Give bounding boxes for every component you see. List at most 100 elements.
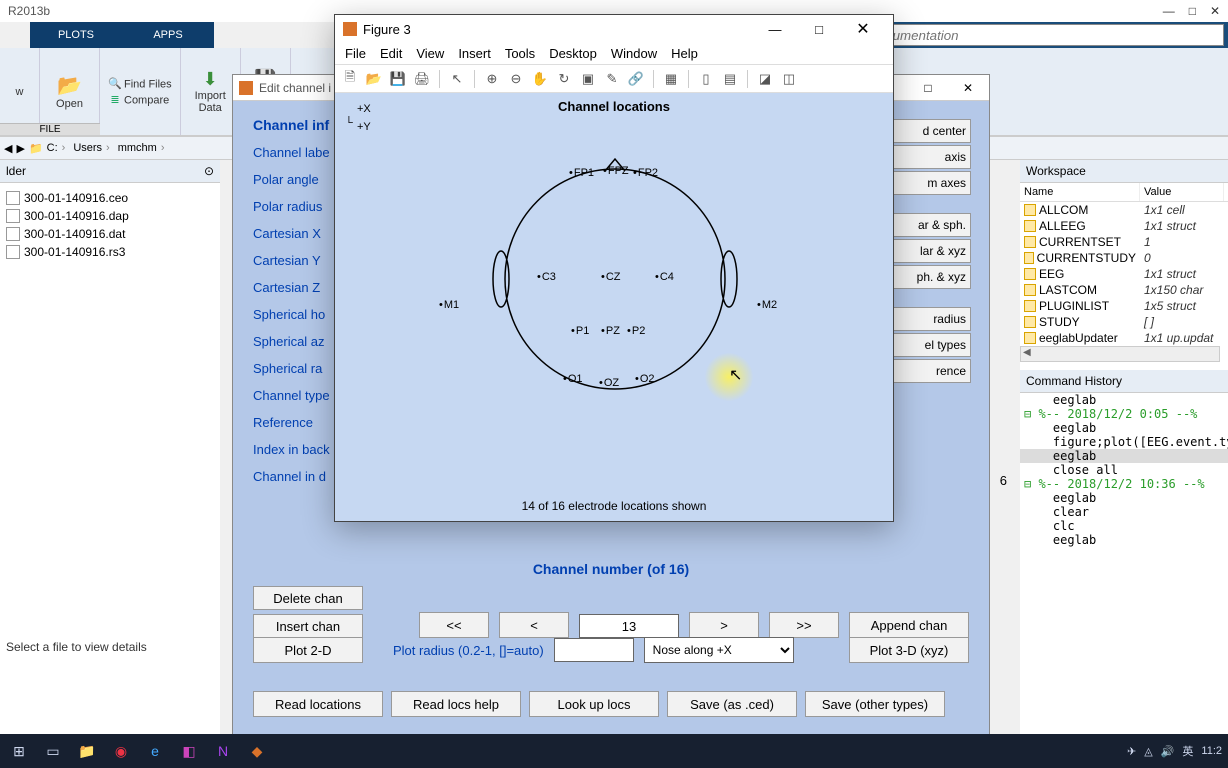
menu-tools[interactable]: Tools [505,46,535,61]
crumb-users[interactable]: Users [73,142,113,154]
zoom-in-icon[interactable]: ⊕ [483,70,501,88]
side-button[interactable]: ar & sph. [881,213,971,237]
undock-icon[interactable]: ◫ [780,70,798,88]
side-button[interactable]: d center [881,119,971,143]
path-back-icon[interactable]: ◀ [4,142,12,155]
tray-icon[interactable]: 🔊 [1161,745,1175,758]
tray-icon[interactable]: ✈ [1127,745,1136,758]
cmdhist-line[interactable]: ⊟ %-- 2018/12/2 10:36 --% [1020,477,1228,491]
cmdhist-line[interactable]: eeglab [1020,533,1228,547]
table-row[interactable]: CURRENTSET1 [1020,234,1228,250]
table-row[interactable]: CURRENTSTUDY0 [1020,250,1228,266]
cmdhist-line[interactable]: eeglab [1020,393,1228,407]
save-icon[interactable]: 💾 [389,70,407,88]
lookup-locs-button[interactable]: Look up locs [529,691,659,717]
list-item[interactable]: 300-01-140916.rs3 [2,243,218,261]
ws-col-value[interactable]: Value [1140,183,1224,201]
table-row[interactable]: PLUGINLIST1x5 struct [1020,298,1228,314]
read-locs-help-button[interactable]: Read locs help [391,691,521,717]
first-button[interactable]: << [419,612,489,638]
nose-direction-select[interactable]: Nose along +X [644,637,794,663]
table-row[interactable]: ALLEEG1x1 struct [1020,218,1228,234]
zoom-out-icon[interactable]: ⊖ [507,70,525,88]
print-icon[interactable]: 🖨 [413,70,431,88]
side-button[interactable]: radius [881,307,971,331]
side-button[interactable]: ph. & xyz [881,265,971,289]
start-icon[interactable]: ⊞ [6,738,32,764]
cmdhist-line[interactable]: clc [1020,519,1228,533]
pointer-icon[interactable]: ↖ [448,70,466,88]
cmdhist-line[interactable]: eeglab [1020,491,1228,505]
cmdhist-line[interactable]: clear [1020,505,1228,519]
dock-icon[interactable]: ◪ [756,70,774,88]
minimize-icon[interactable]: — [1163,4,1175,18]
explorer-icon[interactable]: 📁 [74,738,100,764]
chrome-icon[interactable]: ◉ [108,738,134,764]
menu-edit[interactable]: Edit [380,46,402,61]
ime-indicator[interactable]: 英 [1182,743,1193,759]
find-files-button[interactable]: 🔍Find Files [108,77,172,91]
panel-menu-icon[interactable]: ⊙ [204,164,214,178]
append-chan-button[interactable]: Append chan [849,612,969,638]
plot-2d-button[interactable]: Plot 2-D [253,637,363,663]
path-fwd-icon[interactable]: ▶ [16,142,24,155]
save-ced-button[interactable]: Save (as .ced) [667,691,797,717]
tab-apps[interactable]: APPS [122,22,214,48]
pan-icon[interactable]: ✋ [531,70,549,88]
table-row[interactable]: ALLCOM1x1 cell [1020,202,1228,218]
legend-icon[interactable]: ▯ [697,70,715,88]
menu-window[interactable]: Window [611,46,657,61]
save-other-button[interactable]: Save (other types) [805,691,945,717]
side-button[interactable]: el types [881,333,971,357]
colorbar-icon[interactable]: ▦ [662,70,680,88]
prev-button[interactable]: < [499,612,569,638]
tray-icon[interactable]: ◬ [1144,745,1152,758]
new-icon[interactable]: 🗎 [341,70,359,88]
taskview-icon[interactable]: ▭ [40,738,66,764]
close-icon[interactable]: ✕ [953,81,983,95]
plot-radius-input[interactable] [554,638,634,662]
insert-chan-button[interactable]: Insert chan [253,614,363,638]
onenote-icon[interactable]: N [210,738,236,764]
open-icon[interactable]: 📂 [365,70,383,88]
maximize-icon[interactable]: □ [913,81,943,95]
menu-insert[interactable]: Insert [458,46,491,61]
folder-icon[interactable]: 📁 [29,142,43,155]
cmdhist-line[interactable]: eeglab [1020,449,1228,463]
matlab-tb-icon[interactable]: ◆ [244,738,270,764]
table-row[interactable]: STUDY[ ] [1020,314,1228,330]
cmdhist-line[interactable]: figure;plot([EEG.event.ty [1020,435,1228,449]
import-icon[interactable]: ⬇ [203,69,218,90]
cmdhist-line[interactable]: eeglab [1020,421,1228,435]
open-icon[interactable]: 📂 [57,73,82,98]
maximize-icon[interactable]: □ [797,16,841,42]
menu-view[interactable]: View [416,46,444,61]
edge-icon[interactable]: e [142,738,168,764]
datatip-icon[interactable]: ▣ [579,70,597,88]
next-button[interactable]: > [689,612,759,638]
side-button[interactable]: m axes [881,171,971,195]
list-item[interactable]: 300-01-140916.dap [2,207,218,225]
tab-plots[interactable]: PLOTS [30,22,122,48]
list-item[interactable]: 300-01-140916.dat [2,225,218,243]
table-row[interactable]: eeglabUpdater1x1 up.updat [1020,330,1228,346]
read-locations-button[interactable]: Read locations [253,691,383,717]
table-row[interactable]: EEG1x1 struct [1020,266,1228,282]
close-icon[interactable]: ✕ [841,16,885,42]
import-label[interactable]: Import Data [195,90,226,114]
open-label[interactable]: Open [56,98,83,110]
table-row[interactable]: LASTCOM1x150 char [1020,282,1228,298]
close-icon[interactable]: ✕ [1210,4,1220,18]
plot-3d-button[interactable]: Plot 3-D (xyz) [849,637,969,663]
app-icon[interactable]: ◧ [176,738,202,764]
side-button[interactable]: rence [881,359,971,383]
link-icon[interactable]: 🔗 [627,70,645,88]
maximize-icon[interactable]: □ [1189,4,1196,18]
delete-chan-button[interactable]: Delete chan [253,586,363,610]
compare-button[interactable]: ≣Compare [108,93,169,107]
brush-icon[interactable]: ✎ [603,70,621,88]
menu-file[interactable]: File [345,46,366,61]
rotate-icon[interactable]: ↻ [555,70,573,88]
clock[interactable]: 11:2 [1201,745,1222,757]
list-item[interactable]: 300-01-140916.ceo [2,189,218,207]
